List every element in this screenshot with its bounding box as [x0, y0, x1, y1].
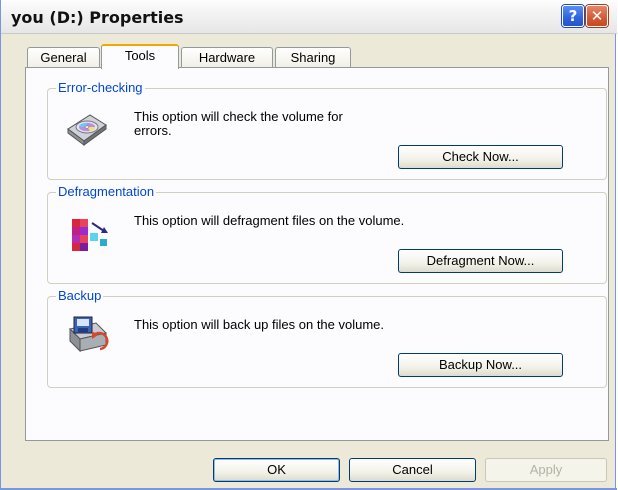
error-checking-title: Error-checking	[56, 80, 145, 96]
tab-tools[interactable]: Tools	[101, 44, 179, 69]
cancel-button[interactable]: Cancel	[349, 458, 476, 482]
backup-icon	[69, 316, 109, 353]
apply-button[interactable]: Apply	[485, 458, 607, 482]
close-icon: ✕	[590, 7, 604, 25]
close-button[interactable]: ✕	[586, 5, 608, 27]
tab-hardware[interactable]: Hardware	[181, 47, 273, 67]
help-button[interactable]: ?	[562, 5, 584, 27]
tab-strip: General Tools Hardware Sharing	[1, 44, 617, 69]
error-checking-group: Error-checking This option will check th…	[47, 80, 607, 180]
defragment-icon	[72, 219, 108, 251]
window-title: you (D:) Properties	[11, 8, 184, 27]
disk-check-icon	[67, 114, 107, 146]
defragment-now-button[interactable]: Defragment Now...	[398, 249, 563, 273]
defragmentation-description: This option will defragment files on the…	[134, 213, 405, 228]
error-checking-description-line2: errors.	[134, 123, 172, 138]
properties-dialog: you (D:) Properties ? ✕ General Tools Ha…	[0, 0, 617, 490]
backup-group: Backup This option will back up files on…	[47, 288, 607, 388]
ok-button[interactable]: OK	[213, 458, 340, 482]
error-checking-description-line1: This option will check the volume for	[134, 109, 343, 124]
backup-now-button[interactable]: Backup Now...	[398, 353, 563, 377]
defragmentation-group: Defragmentation This option will defragm…	[47, 184, 607, 284]
help-icon: ?	[568, 7, 578, 25]
title-bar[interactable]: you (D:) Properties ? ✕	[1, 0, 617, 34]
backup-title: Backup	[56, 288, 104, 304]
backup-description: This option will back up files on the vo…	[134, 317, 385, 332]
tab-general[interactable]: General	[27, 47, 100, 67]
defragmentation-title: Defragmentation	[56, 184, 157, 200]
tools-tab-panel: Error-checking This option will check th…	[25, 67, 609, 441]
tab-sharing[interactable]: Sharing	[275, 47, 351, 67]
check-now-button[interactable]: Check Now...	[398, 145, 563, 169]
